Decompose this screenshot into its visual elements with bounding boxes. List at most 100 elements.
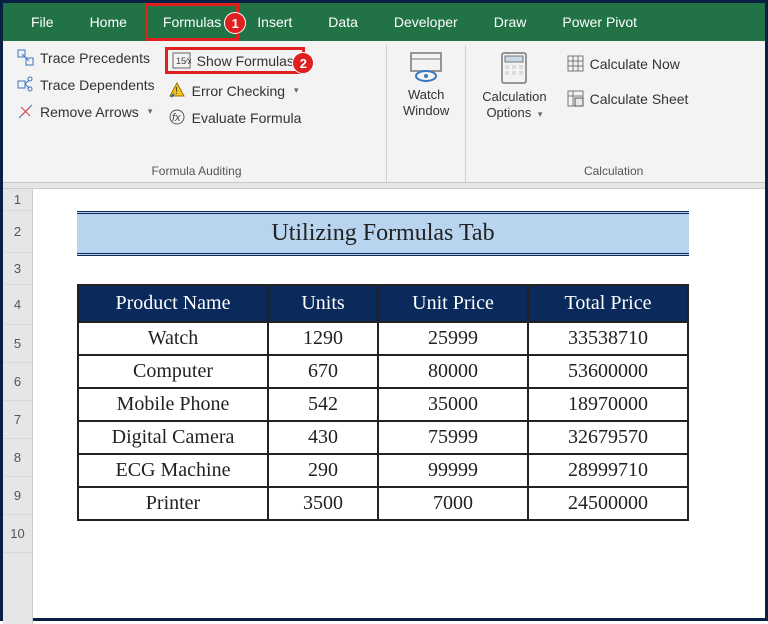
cell-units[interactable]: 3500 xyxy=(268,487,378,520)
cell-units[interactable]: 430 xyxy=(268,421,378,454)
evaluate-formula-label: Evaluate Formula xyxy=(192,110,302,126)
group-watch-label xyxy=(393,162,459,182)
row-header[interactable]: 2 xyxy=(3,211,32,253)
show-formulas-button[interactable]: 15⁄x Show Formulas 2 xyxy=(165,47,306,74)
trace-precedents-label: Trace Precedents xyxy=(40,50,150,66)
trace-precedents-button[interactable]: Trace Precedents xyxy=(13,47,159,68)
tab-file[interactable]: File xyxy=(13,3,72,41)
trace-dependents-button[interactable]: Trace Dependents xyxy=(13,74,159,95)
error-checking-label: Error Checking xyxy=(192,83,285,99)
row-header[interactable]: 5 xyxy=(3,325,32,363)
watch-window-icon xyxy=(409,51,443,83)
calculation-options-label: CalculationOptions ▾ xyxy=(482,89,546,120)
tab-home[interactable]: Home xyxy=(72,3,145,41)
table-header-row: Product Name Units Unit Price Total Pric… xyxy=(78,285,688,322)
cell-unitprice[interactable]: 99999 xyxy=(378,454,528,487)
cell-unitprice[interactable]: 80000 xyxy=(378,355,528,388)
cell-units[interactable]: 1290 xyxy=(268,322,378,355)
tab-insert[interactable]: Insert xyxy=(239,3,310,41)
group-calculation-label: Calculation xyxy=(472,162,755,182)
cell-product[interactable]: Watch xyxy=(78,322,268,355)
show-formulas-label: Show Formulas xyxy=(197,53,294,69)
cell-product[interactable]: ECG Machine xyxy=(78,454,268,487)
group-formula-auditing: Trace Precedents Trace Dependents Remove… xyxy=(7,45,387,182)
sheet-area: 1 2 3 4 5 6 7 8 9 10 Utilizing Formulas … xyxy=(3,189,765,624)
worksheet-content: Utilizing Formulas Tab Product Name Unit… xyxy=(33,189,765,624)
calculate-now-icon xyxy=(567,55,584,72)
svg-text:15⁄x: 15⁄x xyxy=(176,56,191,66)
row-headers: 1 2 3 4 5 6 7 8 9 10 xyxy=(3,189,33,624)
row-header[interactable]: 7 xyxy=(3,401,32,439)
calculate-sheet-label: Calculate Sheet xyxy=(590,91,689,107)
cell-units[interactable]: 542 xyxy=(268,388,378,421)
calculate-now-label: Calculate Now xyxy=(590,56,680,72)
calculate-sheet-button[interactable]: Calculate Sheet xyxy=(563,88,693,109)
row-header[interactable]: 10 xyxy=(3,515,32,553)
cell-total[interactable]: 33538710 xyxy=(528,322,688,355)
table-row: ECG Machine2909999928999710 xyxy=(78,454,688,487)
error-checking-button[interactable]: ! Error Checking ▾ xyxy=(165,80,306,101)
tab-data[interactable]: Data xyxy=(310,3,376,41)
tab-powerpivot[interactable]: Power Pivot xyxy=(544,3,655,41)
svg-text:!: ! xyxy=(175,86,178,97)
tab-formulas[interactable]: Formulas 1 xyxy=(145,3,239,41)
table-row: Digital Camera4307599932679570 xyxy=(78,421,688,454)
tab-developer[interactable]: Developer xyxy=(376,3,476,41)
group-calculation: CalculationOptions ▾ Calculate Now Calcu… xyxy=(466,45,761,182)
calculation-options-button[interactable]: CalculationOptions ▾ xyxy=(472,47,556,124)
tab-strip: File Home Formulas 1 Insert Data Develop… xyxy=(3,3,765,41)
watch-window-button[interactable]: WatchWindow xyxy=(393,47,459,122)
cell-unitprice[interactable]: 35000 xyxy=(378,388,528,421)
row-header[interactable]: 1 xyxy=(3,189,32,211)
callout-2: 2 xyxy=(292,52,314,74)
cell-product[interactable]: Digital Camera xyxy=(78,421,268,454)
row-header[interactable]: 6 xyxy=(3,363,32,401)
row-header[interactable]: 3 xyxy=(3,253,32,285)
remove-arrows-button[interactable]: Remove Arrows ▾ xyxy=(13,101,159,122)
group-watch: WatchWindow xyxy=(387,45,466,182)
trace-precedents-icon xyxy=(17,49,34,66)
ribbon: Trace Precedents Trace Dependents Remove… xyxy=(3,41,765,183)
row-header[interactable]: 8 xyxy=(3,439,32,477)
cell-total[interactable]: 24500000 xyxy=(528,487,688,520)
table-row: Mobile Phone5423500018970000 xyxy=(78,388,688,421)
th-product[interactable]: Product Name xyxy=(78,285,268,322)
error-checking-icon: ! xyxy=(169,82,186,99)
calculate-now-button[interactable]: Calculate Now xyxy=(563,53,693,74)
svg-text:fx: fx xyxy=(172,112,181,124)
page-title: Utilizing Formulas Tab xyxy=(77,211,689,256)
th-units[interactable]: Units xyxy=(268,285,378,322)
cell-units[interactable]: 670 xyxy=(268,355,378,388)
trace-dependents-label: Trace Dependents xyxy=(40,77,155,93)
cell-product[interactable]: Computer xyxy=(78,355,268,388)
cell-total[interactable]: 28999710 xyxy=(528,454,688,487)
table-row: Computer6708000053600000 xyxy=(78,355,688,388)
cell-unitprice[interactable]: 7000 xyxy=(378,487,528,520)
cell-product[interactable]: Printer xyxy=(78,487,268,520)
th-unitprice[interactable]: Unit Price xyxy=(378,285,528,322)
show-formulas-icon: 15⁄x xyxy=(172,52,191,69)
table-row: Watch12902599933538710 xyxy=(78,322,688,355)
cell-unitprice[interactable]: 25999 xyxy=(378,322,528,355)
remove-arrows-icon xyxy=(17,103,34,120)
row-header[interactable]: 9 xyxy=(3,477,32,515)
evaluate-formula-button[interactable]: fx Evaluate Formula xyxy=(165,107,306,128)
trace-dependents-icon xyxy=(17,76,34,93)
tab-draw[interactable]: Draw xyxy=(476,3,545,41)
cell-unitprice[interactable]: 75999 xyxy=(378,421,528,454)
cell-total[interactable]: 32679570 xyxy=(528,421,688,454)
row-header[interactable]: 4 xyxy=(3,285,32,325)
cell-total[interactable]: 18970000 xyxy=(528,388,688,421)
tab-formulas-label: Formulas xyxy=(163,14,221,30)
cell-units[interactable]: 290 xyxy=(268,454,378,487)
cell-total[interactable]: 53600000 xyxy=(528,355,688,388)
watch-window-label: WatchWindow xyxy=(403,87,449,118)
remove-arrows-label: Remove Arrows xyxy=(40,104,139,120)
chevron-down-icon: ▾ xyxy=(294,85,299,96)
th-total[interactable]: Total Price xyxy=(528,285,688,322)
cell-product[interactable]: Mobile Phone xyxy=(78,388,268,421)
evaluate-formula-icon: fx xyxy=(169,109,186,126)
calculator-icon xyxy=(499,51,529,85)
data-table: Product Name Units Unit Price Total Pric… xyxy=(77,284,689,521)
group-auditing-label: Formula Auditing xyxy=(13,162,380,182)
